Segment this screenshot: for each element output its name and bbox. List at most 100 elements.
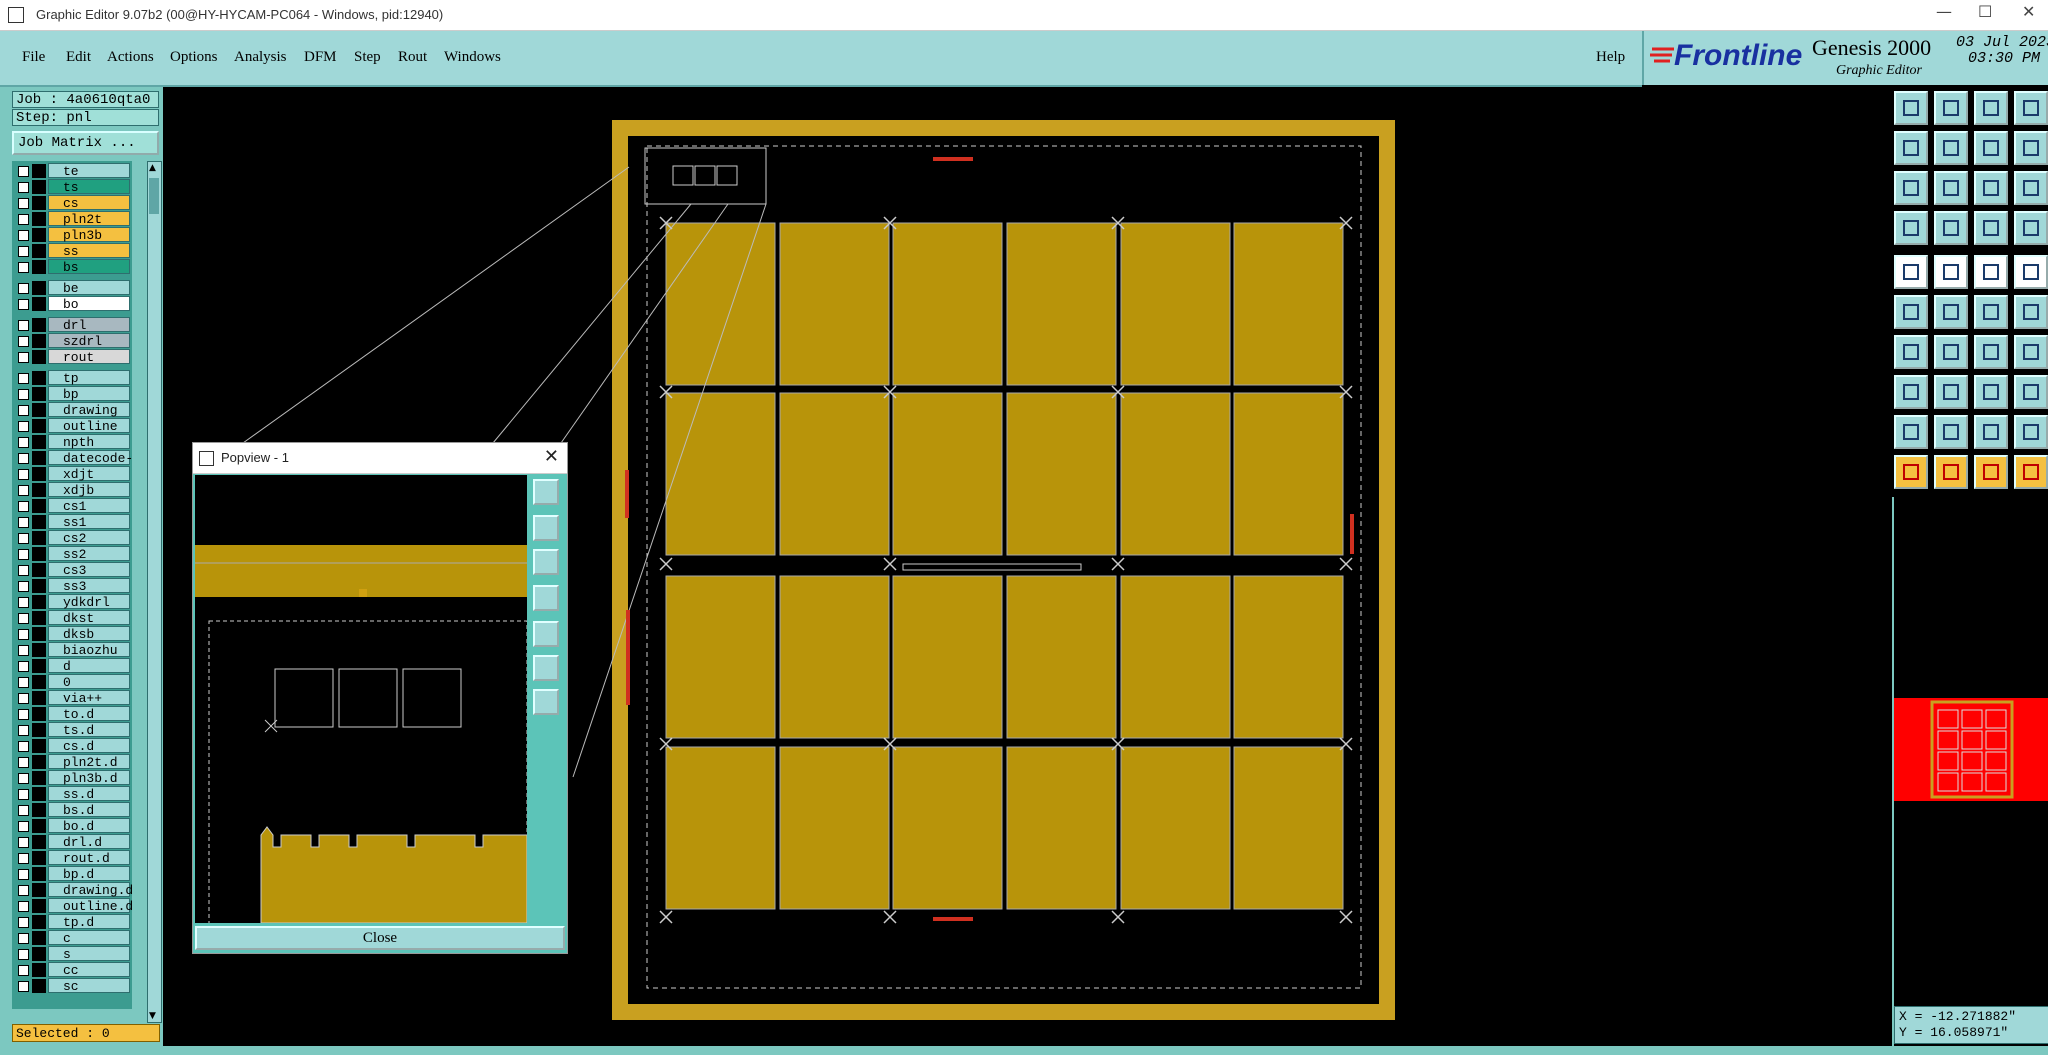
layer-checkbox[interactable] [18,565,29,576]
tool-button-5[interactable] [1894,131,1928,165]
tool-button-20[interactable] [2014,255,2048,289]
scroll-up-arrow-icon[interactable]: ▲ [149,163,159,173]
layer-row[interactable]: bp [12,386,132,402]
layer-row[interactable]: cs1 [12,498,132,514]
layer-row[interactable]: 0 [12,674,132,690]
tool-button-27[interactable] [1974,335,2008,369]
layer-name[interactable]: bs.d [48,802,130,818]
layer-row[interactable]: npth [12,434,132,450]
layer-checkbox[interactable] [18,421,29,432]
layer-checkbox[interactable] [18,869,29,880]
layer-name[interactable]: tp [48,370,130,386]
layer-name[interactable]: cs2 [48,530,130,546]
layer-checkbox[interactable] [18,917,29,928]
layer-row[interactable]: c [12,930,132,946]
layer-name[interactable]: ss.d [48,786,130,802]
layer-name[interactable]: 0 [48,674,130,690]
layer-name[interactable]: bp.d [48,866,130,882]
layer-row[interactable]: be [12,280,132,296]
tool-button-11[interactable] [1974,171,2008,205]
tool-button-16[interactable] [2014,211,2048,245]
layer-name[interactable]: ss2 [48,546,130,562]
popview-tool-3[interactable] [533,549,559,575]
layer-checkbox[interactable] [18,262,29,273]
layer-checkbox[interactable] [18,901,29,912]
layer-row[interactable]: rout.d [12,850,132,866]
layer-checkbox[interactable] [18,837,29,848]
layer-checkbox[interactable] [18,283,29,294]
tool-button-15[interactable] [1974,211,2008,245]
tool-button-28[interactable] [2014,335,2048,369]
tool-button-29[interactable] [1894,375,1928,409]
layer-checkbox[interactable] [18,821,29,832]
layer-checkbox[interactable] [18,453,29,464]
layer-checkbox[interactable] [18,757,29,768]
tool-button-31[interactable] [1974,375,2008,409]
layer-checkbox[interactable] [18,166,29,177]
layer-name[interactable]: tp.d [48,914,130,930]
popview-tool-1[interactable] [533,479,559,505]
layer-checkbox[interactable] [18,320,29,331]
popview-tool-7[interactable] [533,689,559,715]
layer-checkbox[interactable] [18,389,29,400]
layer-name[interactable]: ss [48,243,130,259]
layer-name[interactable]: szdrl [48,333,130,349]
layer-checkbox[interactable] [18,246,29,257]
layer-row[interactable]: bo [12,296,132,312]
layer-row[interactable]: sc [12,978,132,994]
tool-button-35[interactable] [1974,415,2008,449]
layer-row[interactable]: bp.d [12,866,132,882]
layer-row[interactable]: szdrl [12,333,132,349]
layer-name[interactable]: dksb [48,626,130,642]
tool-button-38[interactable] [1934,455,1968,489]
layer-row[interactable]: bs [12,259,132,275]
layer-row[interactable]: drl.d [12,834,132,850]
layer-name[interactable]: npth [48,434,130,450]
scroll-thumb[interactable] [149,178,159,214]
popview-tool-5[interactable] [533,621,559,647]
layer-name[interactable]: s [48,946,130,962]
tool-button-14[interactable] [1934,211,1968,245]
layer-checkbox[interactable] [18,581,29,592]
popview-close-icon[interactable]: ✕ [544,446,559,467]
layer-checkbox[interactable] [18,885,29,896]
layer-checkbox[interactable] [18,693,29,704]
tool-button-7[interactable] [1974,131,2008,165]
tool-button-8[interactable] [2014,131,2048,165]
layer-row[interactable]: dksb [12,626,132,642]
layer-name[interactable]: ts [48,179,130,195]
layer-row[interactable]: pln2t [12,211,132,227]
layer-name[interactable]: te [48,163,130,179]
layer-name[interactable]: to.d [48,706,130,722]
layer-checkbox[interactable] [18,805,29,816]
layer-row[interactable]: ss2 [12,546,132,562]
layer-checkbox[interactable] [18,299,29,310]
layer-name[interactable]: c [48,930,130,946]
layer-row[interactable]: s [12,946,132,962]
layer-name[interactable]: ss1 [48,514,130,530]
menu-actions[interactable]: Actions [107,49,154,66]
layer-row[interactable]: d [12,658,132,674]
layer-row[interactable]: ss1 [12,514,132,530]
layer-name[interactable]: cs3 [48,562,130,578]
layer-row[interactable]: ts.d [12,722,132,738]
overview-thumbnail[interactable] [1894,698,2048,801]
menu-dfm[interactable]: DFM [304,49,337,66]
layer-checkbox[interactable] [18,501,29,512]
tool-button-33[interactable] [1894,415,1928,449]
layer-name[interactable]: cs [48,195,130,211]
layer-checkbox[interactable] [18,853,29,864]
layer-checkbox[interactable] [18,230,29,241]
menu-file[interactable]: File [22,49,45,66]
layer-name[interactable]: pln2t [48,211,130,227]
layer-row[interactable]: rout [12,349,132,365]
tool-button-1[interactable] [1894,91,1928,125]
tool-button-19[interactable] [1974,255,2008,289]
tool-button-3[interactable] [1974,91,2008,125]
layer-name[interactable]: be [48,280,130,296]
layer-name[interactable]: outline.d [48,898,132,914]
layer-checkbox[interactable] [18,773,29,784]
layer-name[interactable]: datecode-pbe [48,450,132,481]
layer-checkbox[interactable] [18,182,29,193]
layer-row[interactable]: ss.d [12,786,132,802]
